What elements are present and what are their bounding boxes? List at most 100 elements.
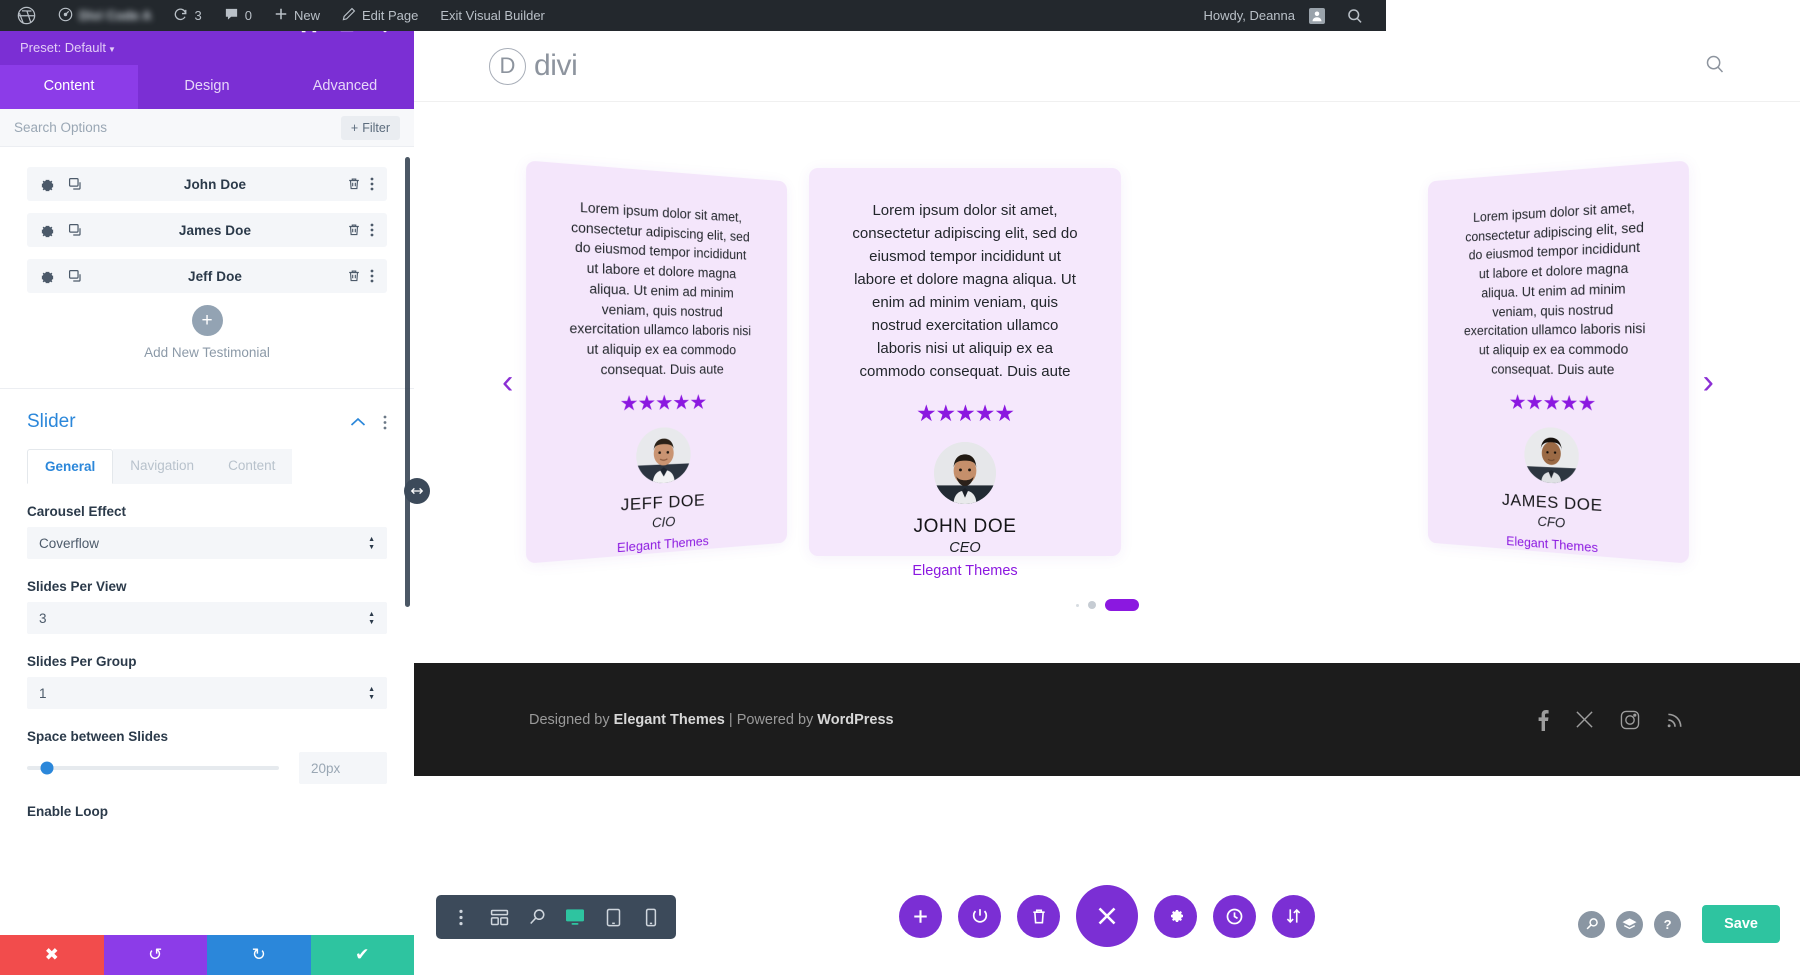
- more-vertical-icon[interactable]: [370, 177, 374, 191]
- wordpress-icon[interactable]: [6, 0, 47, 31]
- footer-powered-by: Powered by: [736, 711, 814, 728]
- list-item[interactable]: James Doe: [27, 213, 387, 247]
- list-item[interactable]: John Doe: [27, 167, 387, 201]
- desktop-icon[interactable]: [556, 895, 594, 939]
- comments-menu[interactable]: 0: [213, 0, 263, 31]
- rss-icon[interactable]: [1666, 709, 1685, 731]
- undo-button[interactable]: ↺: [103, 935, 207, 975]
- power-button[interactable]: [958, 894, 1001, 938]
- wireframe-icon[interactable]: [480, 895, 518, 939]
- footer-wordpress-link[interactable]: WordPress: [817, 712, 893, 728]
- gear-button[interactable]: [1154, 894, 1197, 938]
- trash-icon[interactable]: [347, 269, 361, 283]
- subtab-navigation[interactable]: Navigation: [113, 449, 212, 484]
- divi-logo[interactable]: D divi: [489, 47, 578, 85]
- carousel-effect-select[interactable]: Coverflow ▲ ▼: [27, 527, 387, 559]
- carousel-next-arrow[interactable]: ›: [1703, 365, 1714, 399]
- gear-icon[interactable]: [40, 223, 55, 238]
- phone-icon[interactable]: [632, 895, 670, 939]
- list-item[interactable]: Jeff Doe: [27, 259, 387, 293]
- duplicate-icon[interactable]: [68, 177, 83, 192]
- cancel-button[interactable]: ✖: [0, 935, 104, 975]
- instagram-icon[interactable]: [1620, 709, 1640, 731]
- more-vertical-icon[interactable]: [442, 895, 480, 939]
- add-section-button[interactable]: [899, 894, 942, 938]
- site-name-menu[interactable]: Divi Code A: [47, 0, 162, 31]
- search-bar: + Filter: [0, 109, 414, 147]
- save-button[interactable]: Save: [1702, 905, 1780, 943]
- more-vertical-icon[interactable]: [370, 223, 374, 237]
- slider-knob[interactable]: [40, 761, 54, 775]
- chevron-up-icon[interactable]: [350, 417, 366, 427]
- carousel-canvas: ‹ › Lorem ipsum dolor sit amet, consecte…: [414, 102, 1800, 663]
- field-carousel-effect: Carousel Effect Coverflow ▲ ▼: [27, 504, 387, 559]
- more-vertical-icon[interactable]: [383, 415, 387, 430]
- gear-icon[interactable]: [40, 177, 55, 192]
- slides-per-group-input[interactable]: 1 ▲ ▼: [27, 677, 387, 709]
- help-icon[interactable]: ?: [1654, 910, 1682, 938]
- tab-advanced[interactable]: Advanced: [276, 65, 414, 109]
- testimonial-carousel: ‹ › Lorem ipsum dolor sit amet, consecte…: [414, 102, 1800, 663]
- space-between-slider[interactable]: [27, 761, 279, 775]
- trash-icon[interactable]: [347, 223, 361, 237]
- carousel-pagination: [414, 599, 1800, 611]
- testimonial-company: Elegant Themes: [912, 562, 1018, 579]
- trash-icon[interactable]: [347, 177, 361, 191]
- slider-section: Slider General Navigation Content Carous…: [0, 389, 414, 819]
- field-label: Slides Per View: [27, 579, 127, 594]
- subtab-content[interactable]: Content: [211, 449, 293, 484]
- settings-scrollbar[interactable]: [405, 157, 410, 607]
- tab-content[interactable]: Content: [0, 65, 138, 109]
- save-button[interactable]: ✔: [310, 935, 414, 975]
- zoom-icon[interactable]: [518, 895, 556, 939]
- facebook-icon[interactable]: [1537, 709, 1549, 731]
- pagination-dot-active[interactable]: [1104, 599, 1139, 611]
- footer-separator: |: [728, 711, 733, 728]
- redo-button[interactable]: ↻: [207, 935, 311, 975]
- filter-button[interactable]: + Filter: [340, 115, 400, 140]
- exit-visual-builder[interactable]: Exit Visual Builder: [429, 0, 556, 31]
- search-icon[interactable]: [1578, 910, 1606, 938]
- add-new-testimonial[interactable]: + Add New Testimonial: [27, 305, 387, 360]
- field-label: Carousel Effect: [27, 504, 127, 519]
- tab-design[interactable]: Design: [138, 65, 276, 109]
- testimonial-card-left[interactable]: Lorem ipsum dolor sit amet, consectetur …: [526, 160, 787, 564]
- new-content-menu[interactable]: New: [263, 0, 331, 31]
- settings-body: John Doe James Doe Jeff Doe + Add New Te…: [0, 147, 414, 935]
- gear-icon[interactable]: [40, 269, 55, 284]
- updates-menu[interactable]: 3: [162, 0, 212, 31]
- testimonial-role: CEO: [949, 539, 981, 556]
- x-twitter-icon[interactable]: [1575, 709, 1594, 731]
- close-builder-button[interactable]: [1076, 885, 1138, 947]
- avatar-photo: [636, 427, 691, 485]
- preset-selector[interactable]: Preset: Default ▼: [20, 40, 394, 55]
- sort-button[interactable]: [1272, 894, 1315, 938]
- testimonial-card-center[interactable]: Lorem ipsum dolor sit amet, consectetur …: [809, 168, 1121, 579]
- tablet-icon[interactable]: [594, 895, 632, 939]
- search-input[interactable]: [14, 120, 341, 135]
- settings-tabs: Content Design Advanced: [0, 65, 414, 109]
- divi-logo-mark: D: [489, 47, 526, 85]
- carousel-prev-arrow[interactable]: ‹: [502, 365, 513, 399]
- dashboard-icon: [58, 7, 73, 25]
- duplicate-icon[interactable]: [68, 269, 83, 284]
- subtab-general[interactable]: General: [27, 449, 114, 484]
- layers-icon[interactable]: [1616, 910, 1644, 938]
- edit-page-menu[interactable]: Edit Page: [331, 0, 429, 31]
- pagination-dot[interactable]: [1075, 603, 1079, 607]
- history-button[interactable]: [1213, 894, 1256, 938]
- my-account-menu[interactable]: Howdy, Deanna: [1192, 0, 1336, 31]
- trash-button[interactable]: [1017, 894, 1060, 938]
- plus-icon[interactable]: +: [191, 305, 223, 336]
- more-vertical-icon[interactable]: [370, 269, 374, 283]
- search-icon[interactable]: [1705, 54, 1725, 79]
- space-between-value[interactable]: 20px: [299, 752, 387, 784]
- testimonial-card-right[interactable]: Lorem ipsum dolor sit amet, consectetur …: [1428, 160, 1689, 564]
- footer-elegant-themes-link[interactable]: Elegant Themes: [614, 712, 725, 728]
- slides-per-view-input[interactable]: 3 ▲ ▼: [27, 602, 387, 634]
- pagination-dot[interactable]: [1087, 601, 1096, 609]
- search-icon[interactable]: [1336, 0, 1374, 31]
- panel-resize-handle[interactable]: [404, 478, 430, 504]
- testimonial-quote: Lorem ipsum dolor sit amet, consectetur …: [569, 199, 752, 377]
- duplicate-icon[interactable]: [68, 223, 83, 238]
